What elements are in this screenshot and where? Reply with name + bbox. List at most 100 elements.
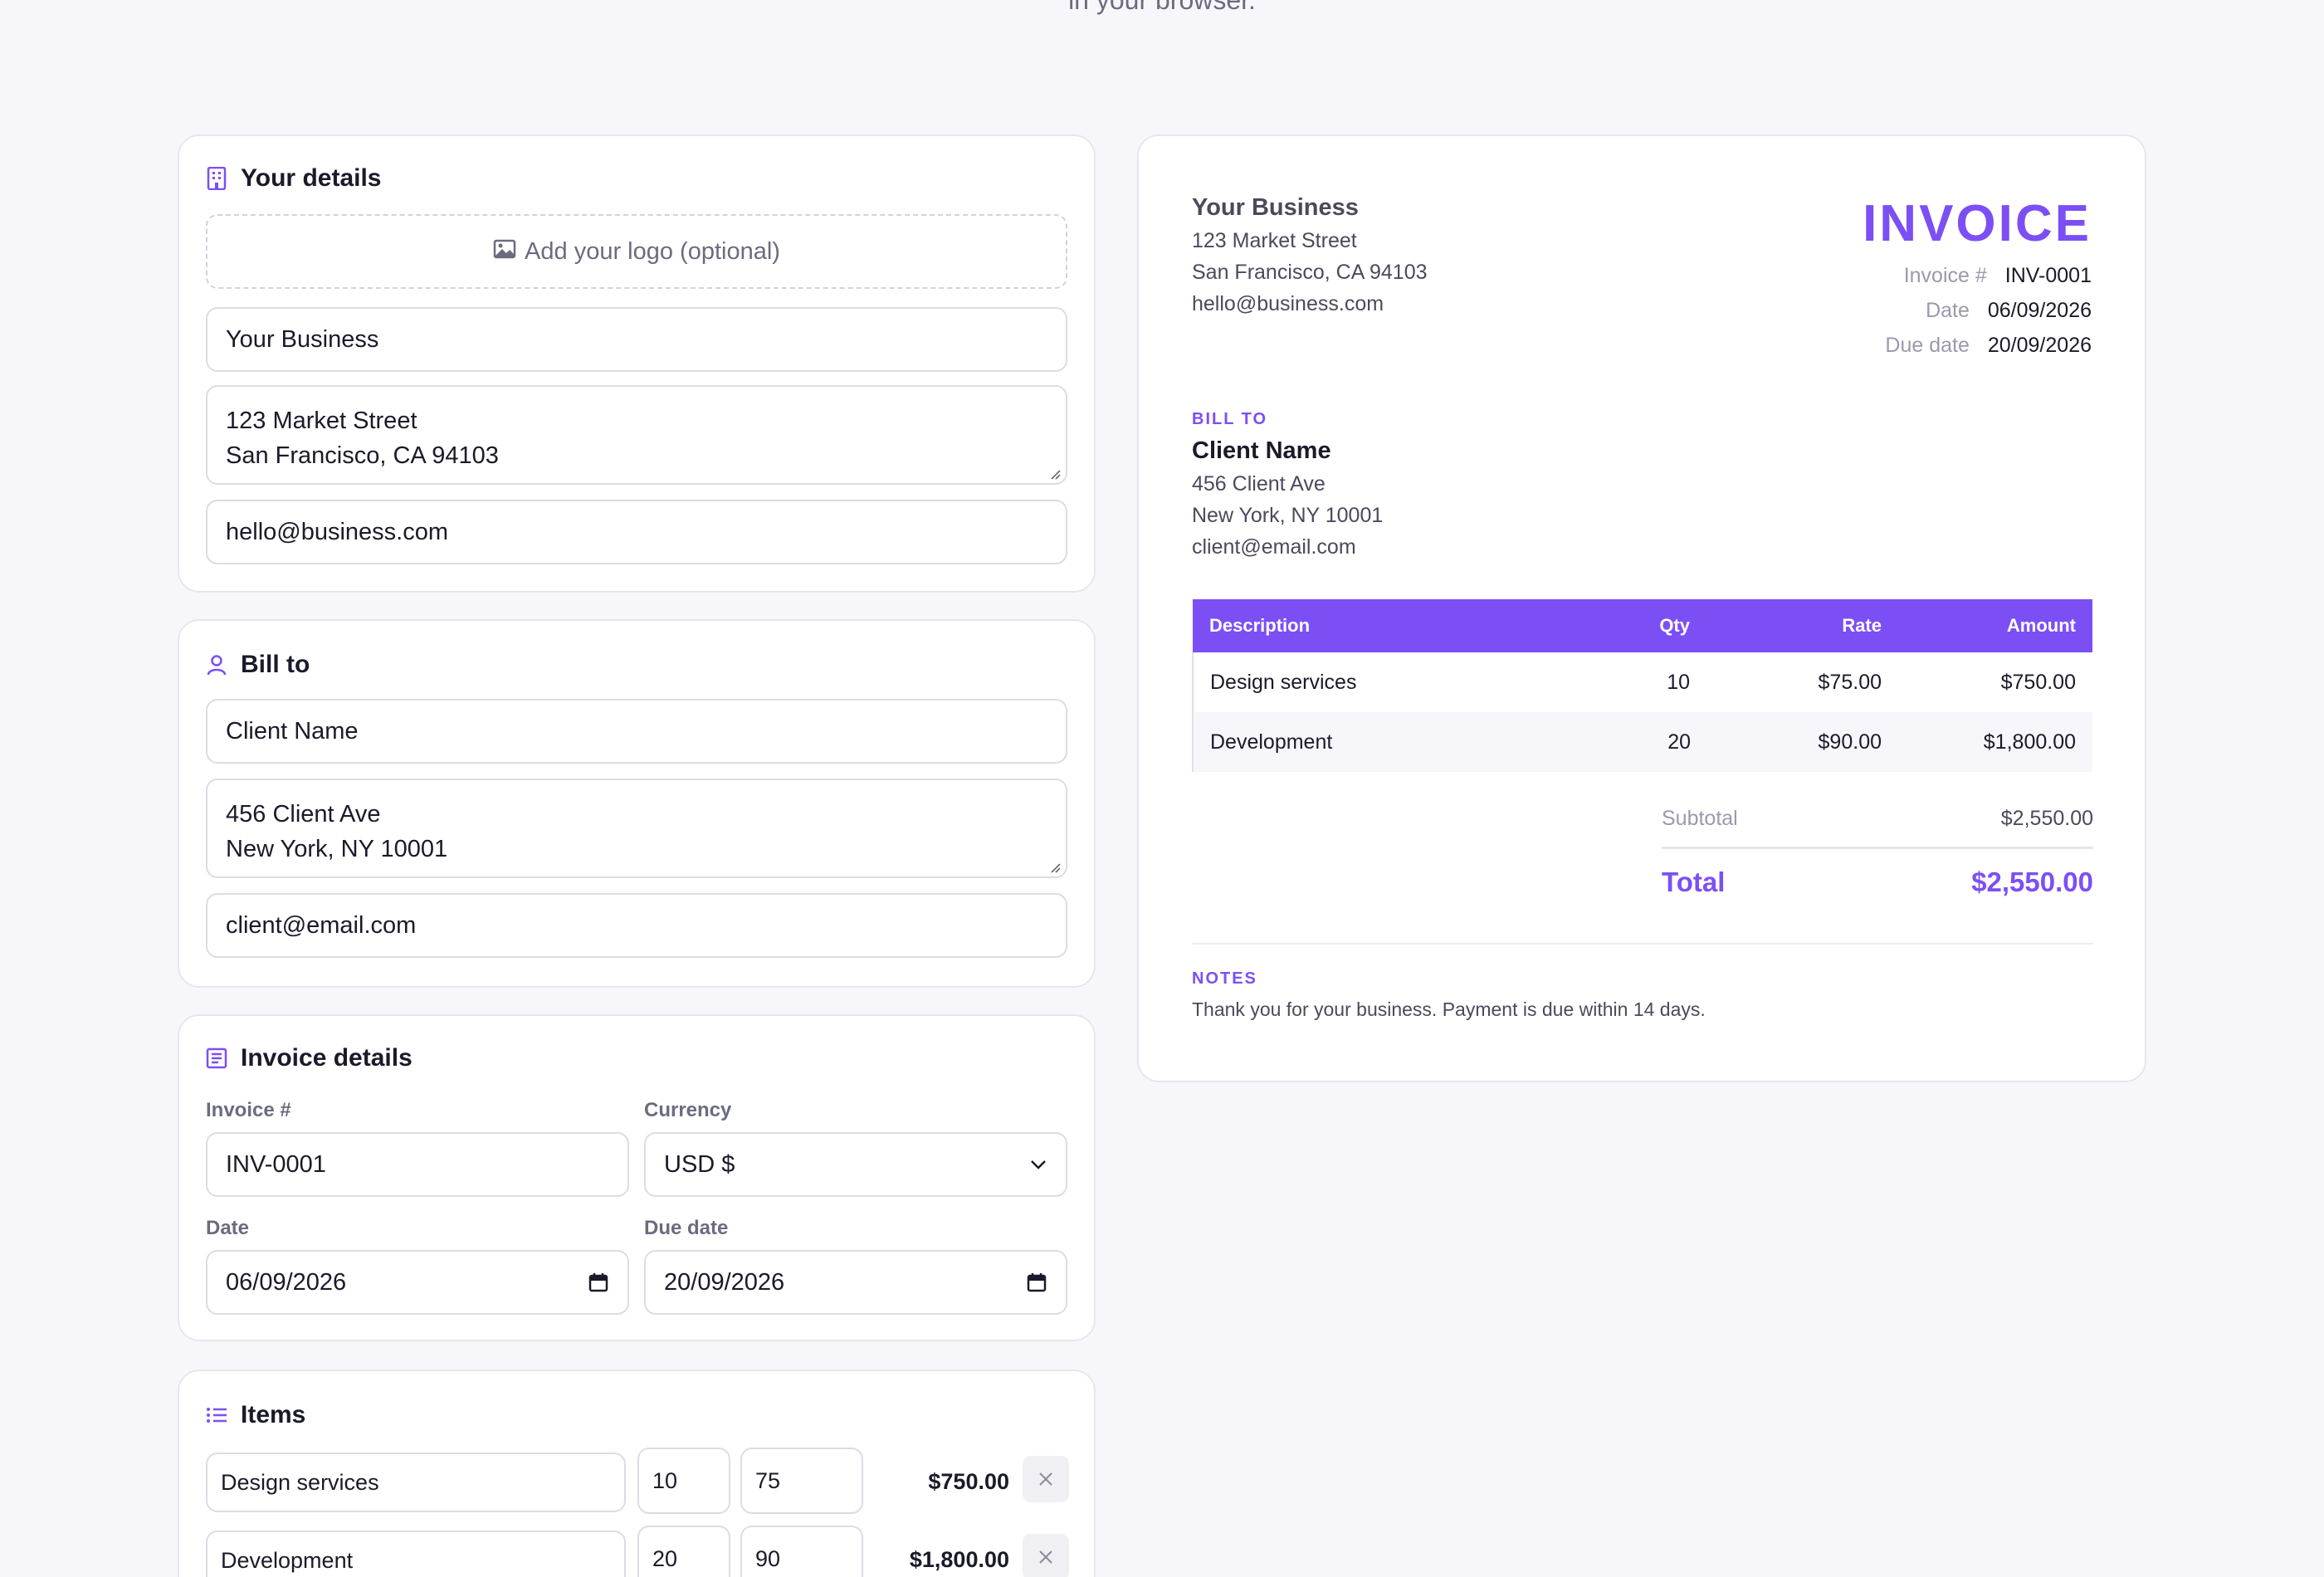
preview-business-block: Your Business 123 Market Street San Fran…	[1192, 194, 1428, 320]
preview-invoice-heading: INVOICE	[1863, 195, 2092, 252]
items-title: Items	[241, 1401, 306, 1428]
table-header: Rate	[1707, 599, 1898, 652]
client-name-input[interactable]: Client Name	[206, 699, 1067, 764]
invoice-details-header: Invoice details	[206, 1044, 413, 1072]
bill-to-title: Bill to	[241, 651, 310, 678]
item-amount: $750.00	[928, 1469, 1009, 1494]
preview-notes-block: NOTES Thank you for your business. Payme…	[1192, 969, 1706, 1025]
item-qty-input[interactable]: 10	[637, 1448, 730, 1514]
currency-label: Currency	[644, 1099, 732, 1121]
remove-item-button[interactable]	[1023, 1534, 1069, 1577]
meta-value: 06/09/2026	[1987, 299, 2092, 322]
logo-upload-button[interactable]: Add your logo (optional)	[206, 214, 1067, 289]
table-header: Description	[1193, 599, 1591, 652]
meta-key: Invoice #	[1903, 264, 1987, 287]
invoice-details-card: Invoice details Invoice # Currency INV-0…	[178, 1014, 1096, 1341]
currency-select[interactable]: USD $	[644, 1132, 1067, 1197]
table-cell: Design services	[1192, 652, 1591, 712]
table-header-row: Description Qty Rate Amount	[1193, 599, 2092, 652]
table-header: Amount	[1898, 599, 2092, 652]
preview-business-email: hello@business.com	[1192, 292, 1384, 315]
table-cell: $1,800.00	[1898, 712, 2092, 772]
item-rate-input[interactable]: 90	[740, 1526, 863, 1577]
preview-business-name: Your Business	[1192, 194, 1359, 221]
items-card: Items Design services 10 75 $750.00 Deve…	[178, 1370, 1096, 1577]
table-header: Qty	[1591, 599, 1707, 652]
invoice-preview-card: Your Business 123 Market Street San Fran…	[1137, 134, 2146, 1082]
client-email-input[interactable]: client@email.com	[206, 893, 1067, 958]
item-qty-input[interactable]: 20	[637, 1526, 730, 1577]
preview-client-email: client@email.com	[1192, 535, 1356, 559]
business-address-line2: San Francisco, CA 94103	[226, 442, 499, 469]
page-tagline: in your browser.	[1068, 0, 1256, 15]
meta-key: Due date	[1885, 334, 1970, 357]
table-row: Development 20 $90.00 $1,800.00	[1192, 712, 2092, 772]
subtotal-value: $2,550.00	[2000, 807, 2093, 830]
subtotal-label: Subtotal	[1662, 807, 1738, 830]
table-cell: 10	[1667, 670, 1690, 694]
total-value: $2,550.00	[1971, 867, 2093, 897]
meta-value: INV-0001	[2004, 264, 2092, 287]
preview-total-row: Total $2,550.00	[1662, 867, 2093, 898]
close-icon	[1039, 1550, 1052, 1564]
invoice-details-title: Invoice details	[241, 1044, 413, 1072]
meta-value: 20/09/2026	[1987, 334, 2092, 357]
table-cell: $75.00	[1818, 670, 1882, 694]
close-icon	[1039, 1472, 1052, 1486]
your-details-card: Your details Add your logo (optional) Yo…	[178, 134, 1096, 593]
calendar-icon[interactable]	[588, 1272, 609, 1293]
client-address-input[interactable]: 456 Client Ave New York, NY 10001	[206, 779, 1067, 878]
meta-key: Date	[1926, 299, 1970, 322]
table-row: Design services 10 $75.00 $750.00	[1192, 652, 2092, 712]
client-address-line1: 456 Client Ave	[226, 801, 381, 828]
item-rate-input[interactable]: 75	[740, 1448, 863, 1514]
business-address-input[interactable]: 123 Market Street San Francisco, CA 9410…	[206, 385, 1067, 485]
receipt-icon	[206, 1047, 227, 1069]
client-address-line2: New York, NY 10001	[226, 836, 448, 862]
calendar-icon[interactable]	[1026, 1272, 1047, 1293]
bill-to-card: Bill to Client Name 456 Client Ave New Y…	[178, 619, 1096, 988]
resize-handle-icon[interactable]	[1049, 468, 1061, 480]
notes-label: NOTES	[1192, 969, 1257, 988]
table-cell: $750.00	[2000, 670, 2076, 694]
due-date-label: Due date	[644, 1217, 729, 1239]
preview-client-address-line1: 456 Client Ave	[1192, 472, 1326, 496]
date-input[interactable]: 06/09/2026	[206, 1250, 629, 1315]
your-details-header: Your details	[206, 164, 381, 193]
building-icon	[206, 167, 227, 190]
preview-client-name: Client Name	[1192, 437, 1331, 464]
invoice-number-input[interactable]: INV-0001	[206, 1132, 629, 1197]
preview-items-table: Description Qty Rate Amount Design servi…	[1192, 599, 2093, 772]
due-date-input-value: 20/09/2026	[664, 1268, 785, 1296]
preview-subtotal-row: Subtotal $2,550.00	[1662, 807, 2093, 831]
table-cell: Development	[1192, 712, 1591, 772]
preview-bill-to-block: BILL TO Client Name 456 Client Ave New Y…	[1192, 410, 1383, 563]
preview-business-address-line1: 123 Market Street	[1192, 229, 1357, 252]
total-label: Total	[1662, 867, 1726, 897]
list-icon	[206, 1404, 227, 1426]
item-description-input[interactable]: Development	[206, 1531, 626, 1577]
item-amount: $1,800.00	[909, 1547, 1009, 1572]
resize-handle-icon[interactable]	[1049, 862, 1061, 873]
notes-text: Thank you for your business. Payment is …	[1192, 998, 1706, 1020]
your-details-title: Your details	[241, 164, 382, 192]
due-date-input[interactable]: 20/09/2026	[644, 1250, 1067, 1315]
item-description-input[interactable]: Design services	[206, 1452, 626, 1512]
preview-meta-invoice-number: Invoice # INV-0001	[1660, 258, 2092, 293]
items-header: Items	[206, 1401, 305, 1429]
remove-item-button[interactable]	[1023, 1456, 1069, 1502]
preview-business-address-line2: San Francisco, CA 94103	[1192, 261, 1428, 284]
business-address-line1: 123 Market Street	[226, 408, 417, 434]
business-email-input[interactable]: hello@business.com	[206, 500, 1067, 564]
preview-header-right: INVOICE Invoice # INV-0001 Date 06/09/20…	[1660, 194, 2092, 363]
business-name-input[interactable]: Your Business	[206, 307, 1067, 372]
table-cell: $90.00	[1707, 712, 1898, 772]
preview-meta: Invoice # INV-0001 Date 06/09/2026 Due d…	[1660, 258, 2092, 363]
preview-client-address-line2: New York, NY 10001	[1192, 504, 1384, 527]
preview-meta-due-date: Due date 20/09/2026	[1660, 328, 2092, 363]
user-icon	[206, 654, 227, 676]
chevron-down-icon	[1031, 1160, 1046, 1169]
table-cell: 20	[1591, 712, 1707, 772]
currency-select-value: USD $	[664, 1150, 735, 1178]
date-label: Date	[206, 1217, 250, 1239]
